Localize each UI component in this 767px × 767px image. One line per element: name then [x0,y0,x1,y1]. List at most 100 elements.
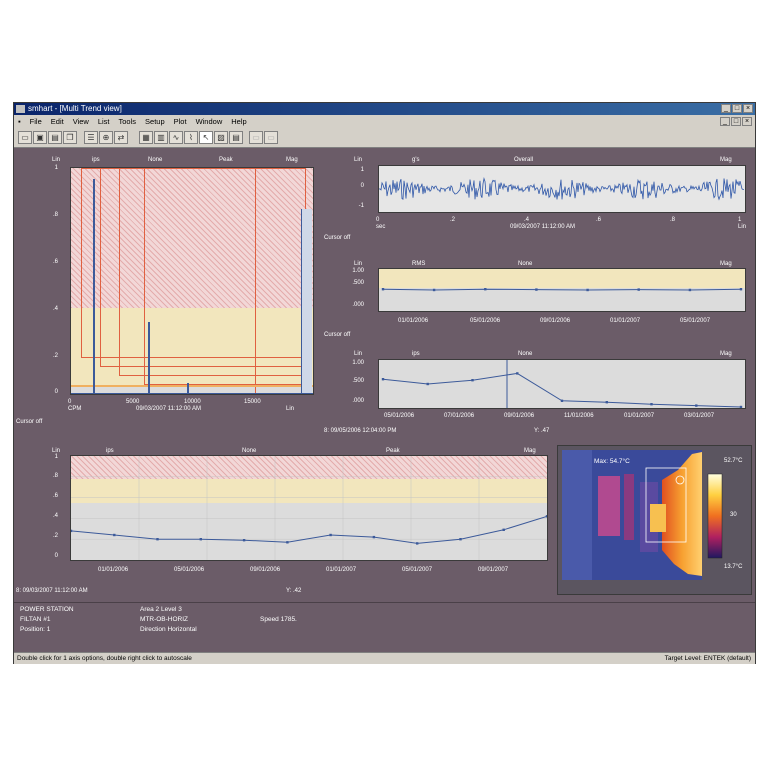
trend-data-point[interactable] [586,288,589,292]
disabled-tool-icon[interactable]: ▭ [249,131,263,144]
trend-data-point[interactable] [71,529,73,533]
trend-icon[interactable]: ⌇ [184,131,198,144]
thermal-image-panel[interactable]: Max: 54.7°C 52.7°C 30 13.7°C [557,445,752,595]
waveform-cursor-status[interactable]: Cursor off [324,235,350,242]
waveform-unit-label[interactable]: g's [412,157,419,164]
trend-data-point[interactable] [560,399,564,402]
trend-data-point[interactable] [416,542,419,545]
trend3-unit-label[interactable]: ips [106,448,114,455]
trend-data-point[interactable] [113,533,116,537]
trend-data-point[interactable] [426,382,429,386]
trend-data-point[interactable] [381,288,385,291]
spectrum-plot[interactable] [70,167,314,395]
menu-edit[interactable]: Edit [51,115,64,128]
trend-data-point[interactable] [650,403,653,406]
trend-data-point[interactable] [372,535,376,539]
trend1-scale-label[interactable]: Lin [354,261,362,268]
trend-data-point[interactable] [286,541,289,544]
trend-data-point[interactable] [199,538,202,541]
trend-data-point[interactable] [516,372,519,375]
info-position: Position: 1 [20,626,51,633]
trend-data-point[interactable] [242,539,246,542]
spectrum-cursor-status[interactable]: Cursor off [16,419,42,426]
menu-window[interactable]: Window [196,115,223,128]
disabled-tool-2-icon[interactable]: ▭ [264,131,278,144]
trend-data-point[interactable] [459,538,462,541]
trend1-unit-label[interactable]: RMS [412,261,425,268]
trend1-mode-label[interactable]: Mag [720,261,732,268]
trend-data-point[interactable] [471,379,474,382]
zoom-icon[interactable]: ⊕ [99,131,113,144]
trend-data-point[interactable] [695,404,698,407]
waveform-icon[interactable]: ∿ [169,131,183,144]
compare-icon[interactable]: ⇄ [114,131,128,144]
spectrum-unit-label[interactable]: ips [92,157,100,164]
mdi-minimize-button[interactable]: _ [720,117,730,126]
trend-data-point[interactable] [637,288,640,291]
trend-data-point[interactable] [545,515,547,518]
spectrum-icon[interactable]: ▥ [154,131,168,144]
minimize-button[interactable]: _ [721,104,731,113]
table-icon[interactable]: ▤ [229,131,243,144]
trend2-panel: Lin ips None Mag 1.00 .500 .000 05/01/20… [324,348,754,441]
trend1-series [382,288,742,291]
menu-list[interactable]: List [98,115,110,128]
trend3-plot[interactable] [70,455,548,561]
trend2-detection-label[interactable]: None [518,351,532,358]
menu-help[interactable]: Help [231,115,246,128]
waveform-detection-label[interactable]: Overall [514,157,533,164]
trend2-plot[interactable] [378,359,746,409]
list-icon[interactable]: ☰ [84,131,98,144]
trend-data-point[interactable] [605,401,608,404]
trend-data-point[interactable] [484,288,487,291]
waveform-x-tick: .8 [670,217,676,223]
toolbar: ▭ ▣ ▤ ❐ ☰ ⊕ ⇄ ▦ ▥ ∿ ⌇ ↖ ▨ ▤ ▭ ▭ [14,128,755,148]
print-icon[interactable]: ▤ [48,131,62,144]
menu-doc-icon[interactable]: ▪ [18,115,21,128]
trend3-mode-label[interactable]: Mag [524,448,536,455]
close-button[interactable]: × [743,104,753,113]
waveform-plot[interactable] [378,165,746,213]
menu-view[interactable]: View [73,115,89,128]
trend1-cursor-status[interactable]: Cursor off [324,332,350,339]
trend-data-point[interactable] [381,378,385,381]
trend-data-point[interactable] [156,538,159,541]
menu-file[interactable]: File [30,115,42,128]
trend-data-point[interactable] [502,528,505,531]
waveform-scale-label[interactable]: Lin [354,157,362,164]
trend1-plot[interactable] [378,268,746,312]
menu-tools[interactable]: Tools [119,115,137,128]
title-bar[interactable]: smhart - [Multi Trend view] _ □ × [14,103,755,115]
image-icon[interactable]: ▨ [214,131,228,144]
trend-data-point[interactable] [688,288,692,292]
thermal-image [562,450,723,580]
trend-data-point[interactable] [535,288,538,291]
trend3-window-label[interactable]: None [242,448,256,455]
spectrum-window-label[interactable]: None [148,157,162,164]
menu-plot[interactable]: Plot [174,115,187,128]
copy-icon[interactable]: ❐ [63,131,77,144]
trend2-mode-label[interactable]: Mag [720,351,732,358]
spectrum-y-tick: 1 [54,165,58,171]
open-icon[interactable]: ▭ [18,131,32,144]
trend-data-point[interactable] [739,288,743,291]
trend1-detection-label[interactable]: None [518,261,532,268]
maximize-button[interactable]: □ [732,104,742,113]
trend-data-point[interactable] [739,405,743,408]
grid-icon[interactable]: ▦ [139,131,153,144]
menu-setup[interactable]: Setup [145,115,165,128]
spectrum-mode-label[interactable]: Mag [286,157,298,164]
mdi-restore-button[interactable]: □ [731,117,741,126]
trend2-scale-label[interactable]: Lin [354,351,362,358]
spectrum-band-5 [254,168,306,394]
spectrum-detection-label[interactable]: Peak [219,157,233,164]
cursor-icon[interactable]: ↖ [199,131,213,144]
save-icon[interactable]: ▣ [33,131,47,144]
trend2-unit-label[interactable]: ips [412,351,420,358]
mdi-close-button[interactable]: × [742,117,752,126]
trend-data-point[interactable] [329,533,332,537]
waveform-mode-label[interactable]: Mag [720,157,732,164]
spectrum-scale-label[interactable]: Lin [52,157,60,164]
trend3-detection-label[interactable]: Peak [386,448,400,455]
trend-data-point[interactable] [432,288,436,292]
